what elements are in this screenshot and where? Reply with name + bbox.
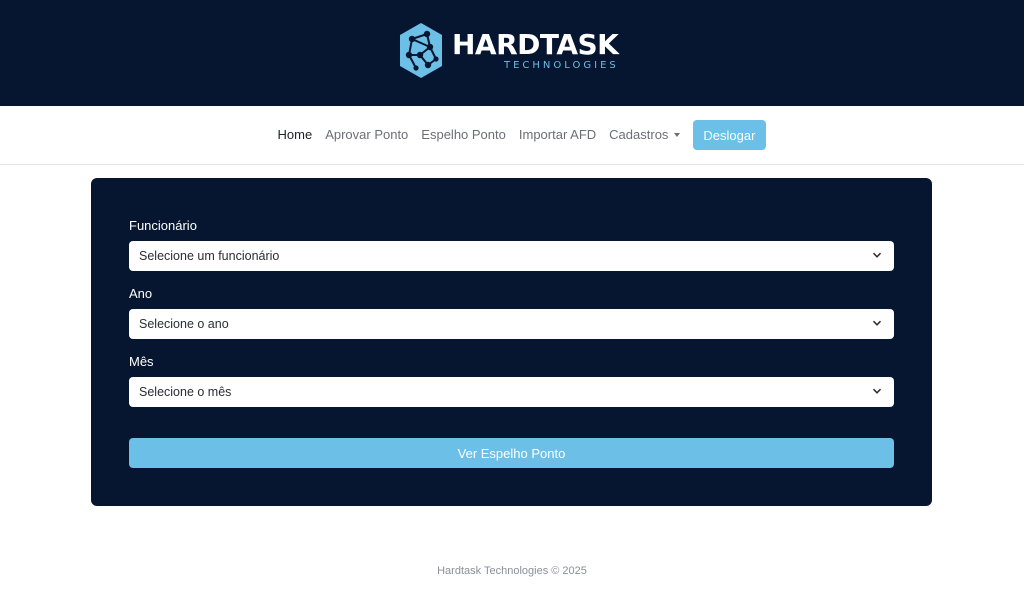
hexagon-network-logo-icon bbox=[400, 23, 442, 78]
site-header: HARDTASK TECHNOLOGIES bbox=[0, 0, 1024, 106]
chevron-down-icon bbox=[872, 388, 882, 394]
nav-cadastros-dropdown[interactable]: Cadastros bbox=[603, 120, 687, 150]
nav-importar-afd[interactable]: Importar AFD bbox=[512, 120, 602, 150]
year-select[interactable]: Selecione o ano bbox=[129, 309, 894, 339]
employee-label: Funcionário bbox=[129, 218, 197, 233]
main-navbar: Home Aprovar Ponto Espelho Ponto Importa… bbox=[0, 106, 1024, 165]
brand-name: HARDTASK bbox=[452, 28, 619, 61]
nav-cadastros-label: Cadastros bbox=[609, 127, 669, 142]
nav-espelho-ponto[interactable]: Espelho Ponto bbox=[415, 120, 513, 150]
nav-home[interactable]: Home bbox=[271, 120, 319, 150]
year-label: Ano bbox=[129, 286, 153, 301]
ver-espelho-ponto-button[interactable]: Ver Espelho Ponto bbox=[129, 438, 894, 468]
year-select-value: Selecione o ano bbox=[139, 317, 229, 331]
caret-down-icon bbox=[674, 133, 681, 137]
month-select-value: Selecione o mês bbox=[139, 385, 232, 399]
footer-copyright: Hardtask Technologies © 2025 bbox=[437, 565, 587, 577]
nav-aprovar-ponto[interactable]: Aprovar Ponto bbox=[319, 120, 415, 150]
employee-select[interactable]: Selecione um funcionário bbox=[129, 241, 894, 271]
employee-select-value: Selecione um funcionário bbox=[139, 249, 280, 263]
month-label: Mês bbox=[129, 354, 154, 369]
chevron-down-icon bbox=[872, 320, 882, 326]
month-select[interactable]: Selecione o mês bbox=[129, 377, 894, 407]
nav-items: Home Aprovar Ponto Espelho Ponto Importa… bbox=[271, 120, 766, 150]
chevron-down-icon bbox=[872, 252, 882, 258]
brand-logo[interactable]: HARDTASK TECHNOLOGIES bbox=[398, 22, 630, 80]
espelho-form-card: Funcionário Selecione um funcionário Ano… bbox=[91, 178, 932, 506]
brand-tagline: TECHNOLOGIES bbox=[504, 60, 619, 71]
logout-button[interactable]: Deslogar bbox=[692, 120, 766, 150]
